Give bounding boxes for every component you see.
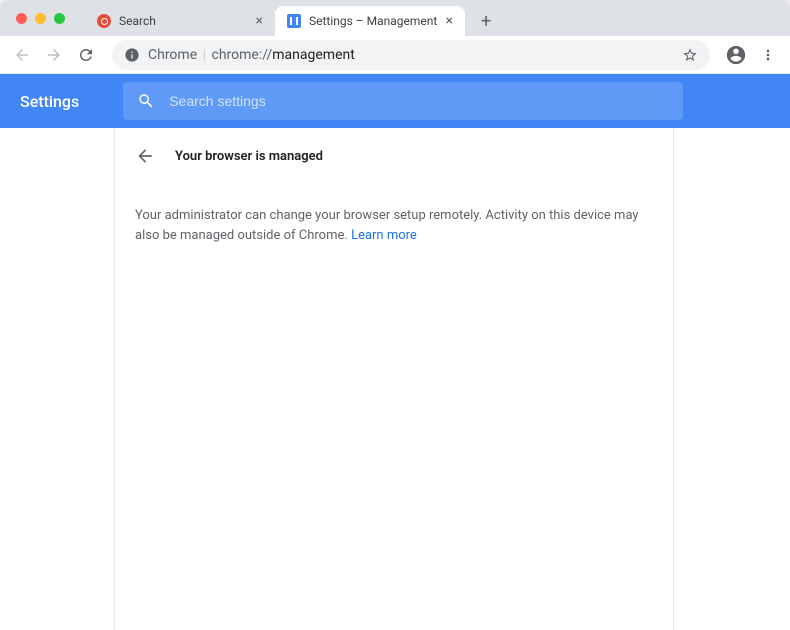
toolbar: Chrome | chrome://management [0, 36, 790, 74]
close-tab-icon[interactable]: × [256, 13, 263, 29]
address-text: Chrome | chrome://management [148, 47, 355, 63]
tab-label: Settings – Management [309, 14, 437, 28]
minimize-window-button[interactable] [35, 13, 46, 24]
back-button[interactable] [8, 41, 36, 69]
reload-button[interactable] [72, 41, 100, 69]
settings-favicon-icon [287, 14, 301, 28]
search-icon [137, 92, 155, 110]
forward-button[interactable] [40, 41, 68, 69]
profile-button[interactable] [722, 41, 750, 69]
panel-body: Your administrator can change your brows… [135, 182, 653, 245]
title-bar: Search × Settings – Management × + [0, 0, 790, 36]
search-favicon-icon [97, 14, 111, 28]
new-tab-button[interactable]: + [473, 7, 499, 36]
page-heading: Your browser is managed [175, 149, 323, 164]
tab-strip: Search × Settings – Management × + [85, 0, 499, 36]
settings-header: Settings [0, 74, 790, 128]
maximize-window-button[interactable] [54, 13, 65, 24]
content-area: Your browser is managed Your administrat… [0, 128, 790, 630]
close-window-button[interactable] [16, 13, 27, 24]
back-arrow-icon[interactable] [135, 146, 155, 166]
close-tab-icon[interactable]: × [446, 13, 453, 29]
overflow-menu-button[interactable] [754, 41, 782, 69]
bookmark-star-icon[interactable] [682, 47, 698, 63]
settings-search-box[interactable] [123, 82, 683, 120]
learn-more-link[interactable]: Learn more [351, 228, 417, 243]
main-panel: Your browser is managed Your administrat… [114, 128, 674, 630]
panel-header: Your browser is managed [135, 146, 653, 182]
site-info-icon[interactable] [124, 47, 140, 63]
settings-search-input[interactable] [169, 93, 669, 109]
tab-label: Search [119, 14, 156, 28]
tab-settings-management[interactable]: Settings – Management × [275, 6, 465, 36]
address-bar[interactable]: Chrome | chrome://management [112, 40, 710, 70]
browser-window: Search × Settings – Management × + [0, 0, 790, 630]
traffic-lights [8, 13, 73, 24]
sidebar [0, 128, 114, 630]
tab-search[interactable]: Search × [85, 6, 275, 36]
settings-title: Settings [20, 92, 79, 111]
